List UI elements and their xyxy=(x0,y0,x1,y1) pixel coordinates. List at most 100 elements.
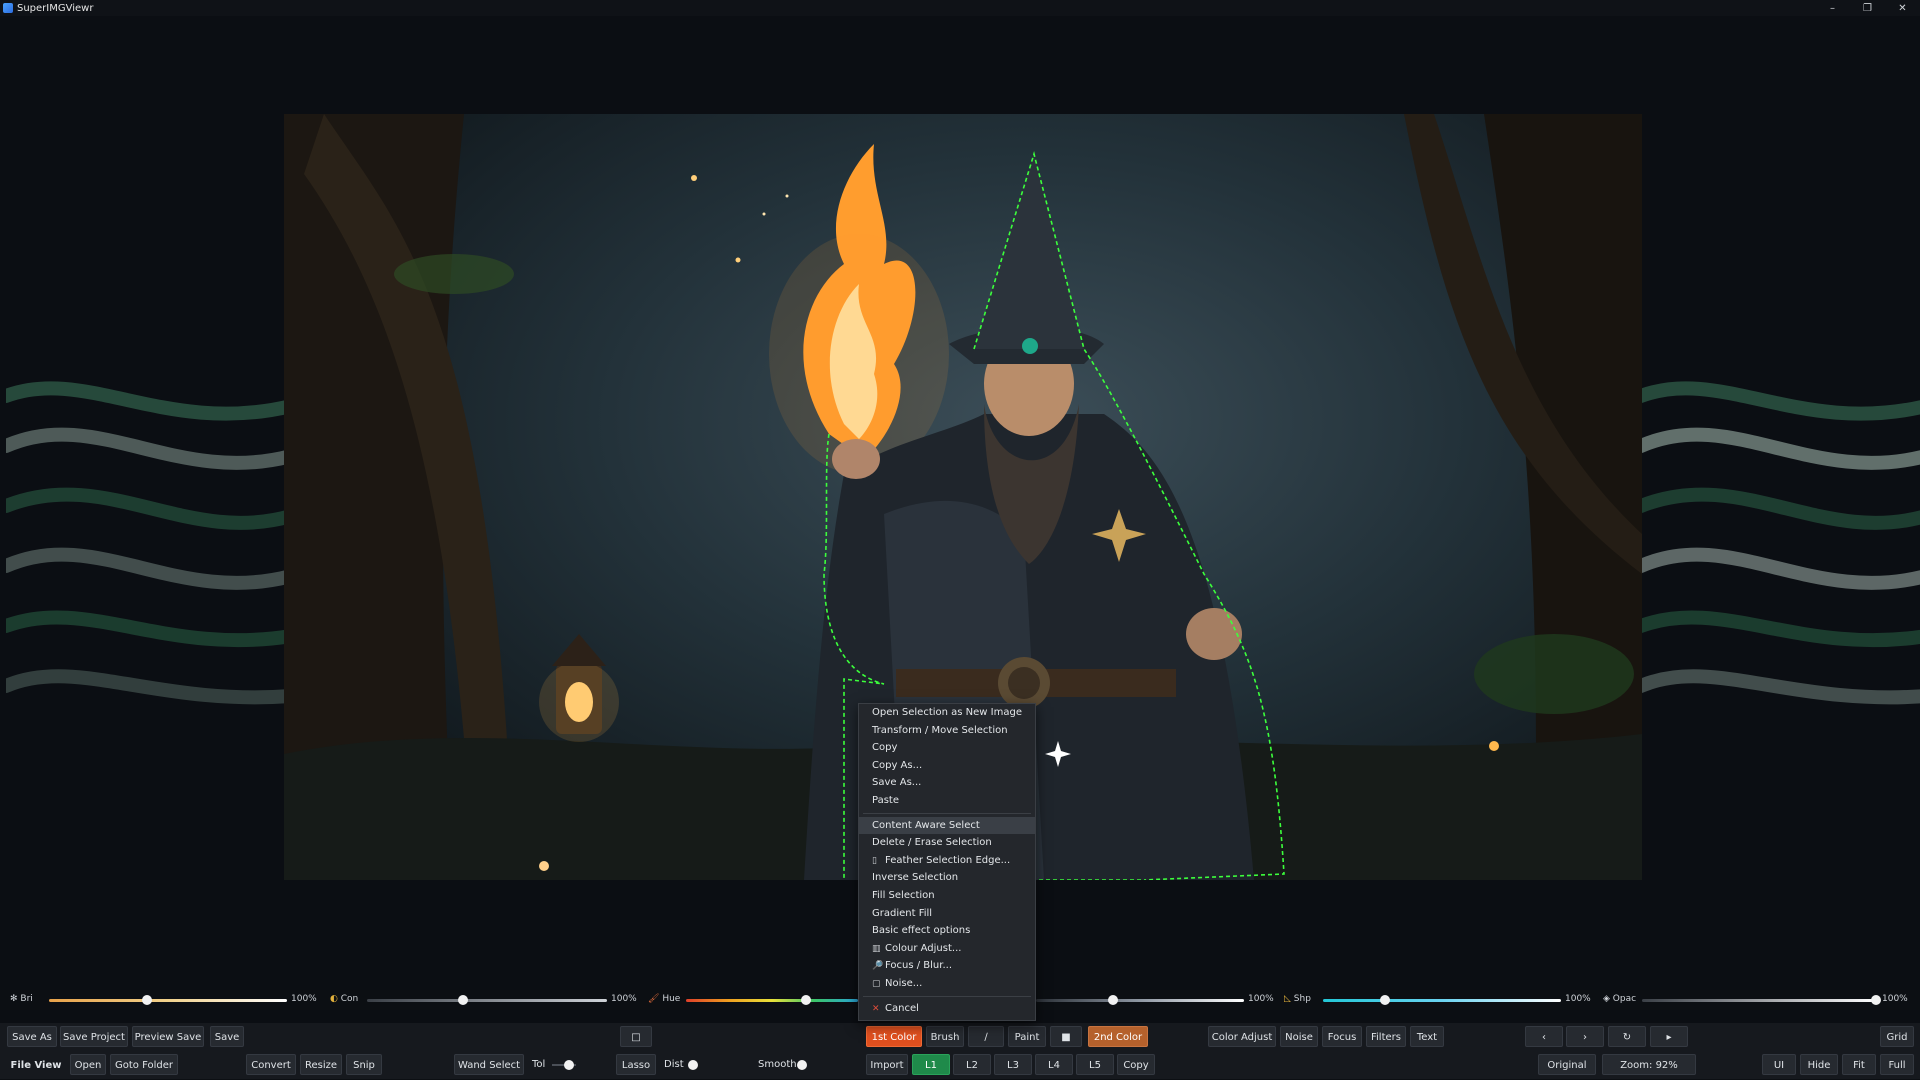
color-adjust-button[interactable]: Color Adjust xyxy=(1208,1026,1276,1047)
opacity-slider-knob[interactable] xyxy=(1871,995,1881,1005)
opacity-slider[interactable] xyxy=(1642,999,1876,1002)
contrast-icon: ◐ xyxy=(330,994,338,1004)
menu-copy-as[interactable]: Copy As... xyxy=(859,757,1035,775)
menu-save-as[interactable]: Save As... xyxy=(859,774,1035,792)
menu-cancel[interactable]: ✕ Cancel xyxy=(859,1000,1035,1018)
title-bar: SuperIMGViewr – ❐ ✕ xyxy=(0,0,1920,16)
focus-button[interactable]: Focus xyxy=(1322,1026,1362,1047)
shape-tool-button[interactable]: ■ xyxy=(1050,1026,1082,1047)
close-icon[interactable]: ✕ xyxy=(1885,0,1920,16)
contrast-slider[interactable] xyxy=(367,999,607,1002)
menu-copy[interactable]: Copy xyxy=(859,739,1035,757)
ui-button[interactable]: UI xyxy=(1762,1054,1796,1075)
paint-button[interactable]: Paint xyxy=(1008,1026,1046,1047)
filters-button[interactable]: Filters xyxy=(1366,1026,1406,1047)
brightness-label: ✻ Bri xyxy=(10,994,33,1004)
menu-fill-selection[interactable]: Fill Selection xyxy=(859,887,1035,905)
tolerance-label: Tol xyxy=(532,1059,546,1070)
menu-basic-effect-options: Basic effect options xyxy=(872,925,971,937)
grid-button[interactable]: Grid xyxy=(1880,1026,1914,1047)
layer-2-button[interactable]: L2 xyxy=(953,1054,991,1075)
sharpen-label: ◺ Shp xyxy=(1284,994,1311,1004)
contrast-value: 100% xyxy=(611,994,637,1004)
brightness-icon: ✻ xyxy=(10,994,18,1004)
menu-content-aware-select[interactable]: Content Aware Select xyxy=(859,816,1035,835)
opacity-value: 100% xyxy=(1882,994,1908,1004)
menu-inverse-selection[interactable]: Inverse Selection xyxy=(859,869,1035,887)
wand-select-button[interactable]: Wand Select xyxy=(454,1054,524,1075)
menu-delete-erase-selection[interactable]: Delete / Erase Selection xyxy=(859,834,1035,852)
lasso-button[interactable]: Lasso xyxy=(616,1054,656,1075)
fit-button[interactable]: Fit xyxy=(1842,1054,1876,1075)
maximize-icon[interactable]: ❐ xyxy=(1850,0,1885,16)
layer-4-button[interactable]: L4 xyxy=(1035,1054,1073,1075)
file-view-button[interactable]: File View xyxy=(7,1054,65,1075)
second-color-button[interactable]: 2nd Color xyxy=(1088,1026,1148,1047)
menu-focus-blur[interactable]: 🔎 Focus / Blur... xyxy=(859,957,1035,975)
cancel-icon: ✕ xyxy=(872,1003,880,1014)
brightness-value: 100% xyxy=(291,994,317,1004)
sharpen-slider[interactable] xyxy=(1323,999,1561,1002)
saturation-value: 100% xyxy=(1248,994,1274,1004)
rectangle-select-button[interactable]: □ xyxy=(620,1026,652,1047)
zoom-level-button[interactable]: Zoom: 92% xyxy=(1602,1054,1696,1075)
hue-slider-knob[interactable] xyxy=(801,995,812,1005)
layer-5-button[interactable]: L5 xyxy=(1076,1054,1114,1075)
layer-3-button[interactable]: L3 xyxy=(994,1054,1032,1075)
menu-transform-move-selection[interactable]: Transform / Move Selection xyxy=(859,722,1035,740)
brush-button[interactable]: Brush xyxy=(926,1026,964,1047)
toolbar-bottom: File View Open Goto Folder Convert Resiz… xyxy=(0,1051,1920,1079)
open-button[interactable]: Open xyxy=(70,1054,106,1075)
convert-button[interactable]: Convert xyxy=(246,1054,296,1075)
decorative-wave-left xyxy=(6,381,291,705)
save-as-button[interactable]: Save As xyxy=(7,1026,57,1047)
sharpen-slider-knob[interactable] xyxy=(1379,995,1390,1005)
colour-adjust-icon: ▥ xyxy=(872,943,881,954)
line-tool-button[interactable]: ∕ xyxy=(968,1026,1004,1047)
snip-button[interactable]: Snip xyxy=(346,1054,382,1075)
window-title: SuperIMGViewr xyxy=(17,2,94,14)
menu-gradient-fill[interactable]: Gradient Fill xyxy=(859,905,1035,923)
preview-save-button[interactable]: Preview Save xyxy=(132,1026,204,1047)
opacity-label: ◈ Opac xyxy=(1603,994,1637,1004)
hue-label: 🖌 Hue xyxy=(648,994,681,1004)
hue-slider[interactable] xyxy=(686,999,858,1002)
noise-icon: ▢ xyxy=(872,978,881,989)
saturation-slider[interactable] xyxy=(1036,999,1244,1002)
goto-folder-button[interactable]: Goto Folder xyxy=(110,1054,178,1075)
hide-button[interactable]: Hide xyxy=(1800,1054,1838,1075)
distance-toggle[interactable] xyxy=(688,1060,698,1070)
menu-feather-selection-edge[interactable]: ▯ Feather Selection Edge... xyxy=(859,852,1035,870)
first-color-button[interactable]: 1st Color xyxy=(866,1026,922,1047)
layer-1-button[interactable]: L1 xyxy=(912,1054,950,1075)
previous-image-button[interactable]: ‹ xyxy=(1525,1026,1563,1047)
smooth-toggle[interactable] xyxy=(797,1060,807,1070)
text-button[interactable]: Text xyxy=(1410,1026,1444,1047)
hue-icon: 🖌 xyxy=(648,994,660,1004)
brightness-slider-knob[interactable] xyxy=(141,995,152,1005)
copy-layer-button[interactable]: Copy xyxy=(1117,1054,1155,1075)
tolerance-slider-knob[interactable] xyxy=(564,1060,574,1070)
import-button[interactable]: Import xyxy=(866,1054,908,1075)
menu-separator xyxy=(863,812,1031,814)
brightness-slider[interactable] xyxy=(49,999,287,1002)
menu-noise[interactable]: ▢ Noise... xyxy=(859,975,1035,993)
resize-button[interactable]: Resize xyxy=(300,1054,342,1075)
saturation-slider-knob[interactable] xyxy=(1107,995,1118,1005)
minimize-icon[interactable]: – xyxy=(1815,0,1850,16)
menu-open-selection-new-image[interactable]: Open Selection as New Image xyxy=(859,704,1035,722)
noise-button[interactable]: Noise xyxy=(1280,1026,1318,1047)
save-project-button[interactable]: Save Project xyxy=(60,1026,128,1047)
full-button[interactable]: Full xyxy=(1880,1054,1914,1075)
menu-colour-adjust[interactable]: ▥ Colour Adjust... xyxy=(859,940,1035,958)
contrast-slider-knob[interactable] xyxy=(458,995,468,1005)
slideshow-play-button[interactable]: ▸ xyxy=(1650,1026,1688,1047)
menu-separator xyxy=(863,995,1031,997)
menu-paste[interactable]: Paste xyxy=(859,792,1035,810)
next-image-button[interactable]: › xyxy=(1566,1026,1604,1047)
app-icon xyxy=(3,3,13,13)
sharpen-icon: ◺ xyxy=(1284,994,1291,1004)
save-button[interactable]: Save xyxy=(210,1026,244,1047)
original-size-button[interactable]: Original xyxy=(1538,1054,1596,1075)
rotate-button[interactable]: ↻ xyxy=(1608,1026,1646,1047)
